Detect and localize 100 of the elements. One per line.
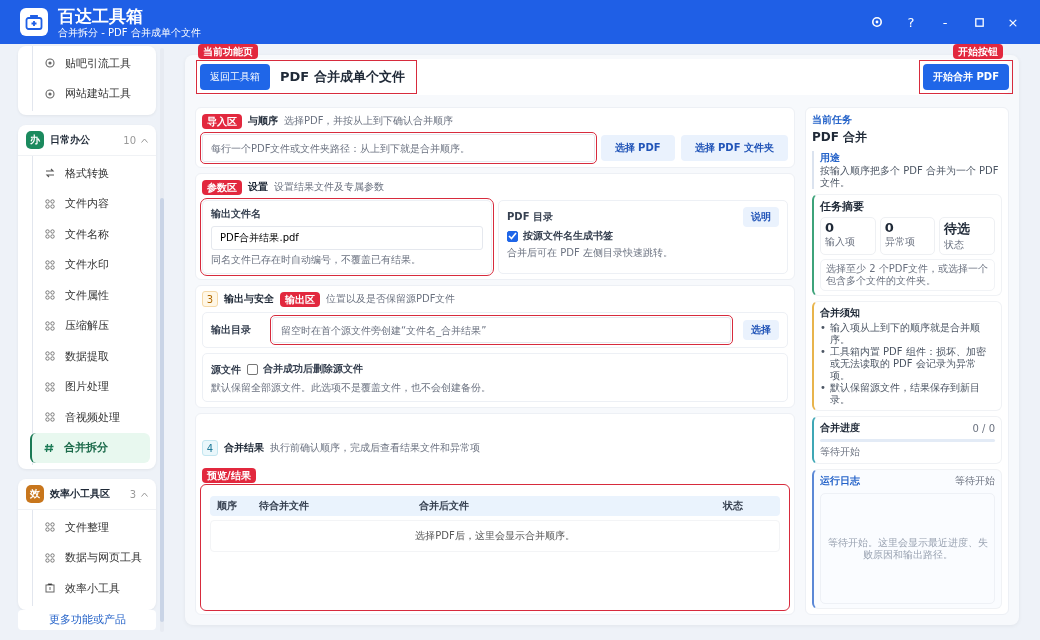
section-hint: 位置以及是否保留源PDF文件 (326, 292, 456, 306)
sidebar-item[interactable]: 文件水印 (33, 249, 150, 280)
start-merge-button[interactable]: 开始合并 PDF (923, 64, 1009, 90)
stat-label: 状态 (944, 238, 966, 252)
minimize-button[interactable]: - (930, 10, 960, 34)
annotation-tag: 当前功能页 (198, 44, 258, 59)
sidebar-item[interactable]: 压缩解压 (33, 310, 150, 341)
grid-icon (45, 522, 55, 533)
select-button[interactable]: 选择 PDF 文件夹 (680, 135, 788, 161)
grid-icon (45, 290, 55, 301)
column-header: 顺序 (217, 499, 238, 513)
sidebar-item[interactable]: 数据与网页工具 (33, 542, 150, 573)
stat-value: 待选 (944, 220, 972, 238)
grid-icon (45, 198, 55, 209)
annotation-tag: 开始按钮 (953, 44, 1003, 59)
sidebar-item[interactable]: 文件整理 (33, 512, 150, 543)
swap-arrows-icon (45, 168, 55, 179)
grid-icon (45, 351, 55, 362)
scrollbar[interactable] (160, 48, 164, 632)
annotation-tag: 输出区 (280, 291, 320, 307)
grid-icon (45, 552, 55, 563)
section-title: 合并结果 (224, 441, 264, 455)
settings-icon (871, 16, 883, 28)
bullet: • (820, 322, 826, 334)
log-title: 运行日志 (820, 474, 860, 488)
task-title: PDF 合并 (812, 129, 869, 146)
field-label: PDF 目录 (507, 210, 553, 224)
purpose-text: 按输入顺序把多个 PDF 合并为一个 PDF 文件。 (820, 165, 1000, 189)
column-header: 合并后文件 (419, 499, 470, 513)
section-title: 设置 (248, 180, 268, 194)
path-input-field[interactable]: 每行一个PDF文件或文件夹路径：从上到下就是合并顺序。 (202, 134, 595, 162)
annotation-tag: 预览/结果 (202, 468, 256, 483)
checkbox-label: 按源文件名生成书签 (523, 229, 613, 243)
notice-item: 工具箱内置 PDF 组件：损坏、加密或无法读取的 PDF 会记录为异常项。 (829, 346, 987, 382)
sidebar-item[interactable]: 贴吧引流工具 (33, 48, 150, 79)
column-header: 状态 (723, 499, 744, 513)
help-button[interactable]: 说明 (743, 207, 779, 227)
help-button[interactable]: ? (896, 10, 926, 34)
item-count: 10 (123, 134, 136, 146)
purpose-label: 用途 (820, 151, 841, 165)
item-count: 3 (129, 488, 136, 500)
sidebar-item[interactable]: 文件属性 (33, 280, 150, 311)
back-button[interactable]: 返回工具箱 (200, 64, 270, 90)
sidebar-item[interactable]: 数据提取 (33, 341, 150, 372)
page-title: PDF 合并成单个文件 (280, 68, 405, 86)
sidebar-item[interactable]: 文件内容 (33, 188, 150, 219)
bullet: • (820, 346, 826, 358)
stat-value: 0 (825, 220, 836, 235)
field-label: 输出目录 (211, 323, 252, 337)
target-icon (45, 88, 55, 99)
grid-icon (45, 320, 55, 331)
notice-title: 合并须知 (820, 306, 861, 320)
select-button[interactable]: 选择 PDF (600, 135, 675, 161)
notice-item: 默认保留源文件，结果保存到新目录。 (829, 382, 981, 406)
app-subtitle: 合并拆分 - PDF 合并成单个文件 (58, 25, 202, 39)
field-note: 默认保留全部源文件。此选项不是覆盖文件，也不会创建备份。 (211, 381, 492, 395)
browse-button[interactable]: 选择 (743, 320, 779, 340)
log-empty-message: 等待开始。这里会显示最近进度、失败原因和输出路径。 (820, 493, 995, 604)
field-note: 合并后可在 PDF 左侧目录快速跳转。 (507, 246, 674, 260)
step-number: 4 (202, 440, 218, 456)
progress-count: 0 / 0 (972, 422, 995, 434)
group-title[interactable]: 效率小工具区 (50, 487, 130, 501)
stat-value: 0 (884, 220, 894, 235)
field-label: 源文件 (211, 362, 241, 377)
grid-icon (45, 381, 55, 392)
stat-label: 输入项 (825, 235, 856, 249)
checkbox[interactable] (507, 230, 518, 242)
sidebar-item[interactable]: 格式转换 (33, 158, 150, 189)
filename-input-field[interactable]: PDF合并结果.pdf (211, 226, 483, 250)
sidebar-item[interactable]: 图片处理 (33, 371, 150, 402)
grid-icon (45, 412, 55, 423)
annotation-tag: 导入区 (202, 113, 242, 129)
panel-eyebrow: 当前任务 (812, 113, 853, 127)
section-hint: 执行前确认顺序，完成后查看结果文件和异常项 (270, 441, 480, 455)
group-badge: 效 (26, 485, 44, 503)
sidebar-item[interactable]: 网站建站工具 (33, 78, 150, 109)
section-hint: 设置结果文件及专属参数 (274, 180, 384, 194)
square-icon (974, 17, 984, 27)
progress-title: 合并进度 (820, 421, 860, 435)
column-header: 待合并文件 (259, 499, 310, 513)
checkbox[interactable] (247, 363, 258, 375)
summary-note: 选择至少 2 个PDF文件，或选择一个包含多个文件的文件夹。 (820, 259, 995, 291)
sidebar-item[interactable]: 效率小工具 (33, 573, 150, 604)
group-title[interactable]: 日常办公 (50, 133, 124, 147)
checkbox-label: 合并成功后删除源文件 (263, 362, 363, 376)
bullet: • (820, 382, 826, 394)
more-products-button[interactable]: 更多功能或产品 (18, 609, 156, 630)
grid-icon (45, 229, 55, 240)
section-title: 与顺序 (248, 114, 278, 128)
sidebar-item[interactable]: 合并拆分 (30, 432, 150, 463)
step-number: 3 (202, 291, 218, 307)
notice-item: 输入项从上到下的顺序就是合并顺序。 (829, 322, 981, 346)
box-icon (45, 583, 55, 594)
annotation-tag: 参数区 (202, 179, 242, 195)
sidebar-item[interactable]: 文件名称 (33, 219, 150, 250)
progress-status: 等待开始 (820, 445, 861, 459)
output-dir-input-field[interactable]: 留空时在首个源文件旁创建“文件名_合并结果” (272, 317, 731, 343)
sidebar-item[interactable]: 音视频处理 (33, 402, 150, 433)
summary-title: 任务摘要 (820, 199, 865, 214)
close-button[interactable]: × (998, 10, 1028, 34)
